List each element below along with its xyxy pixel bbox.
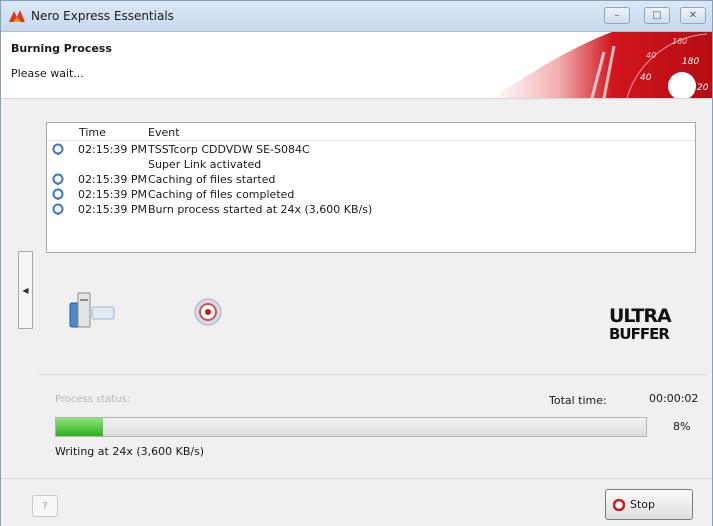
- log-header-row: Time Event: [47, 123, 695, 141]
- total-time-value: 00:00:02: [649, 392, 699, 405]
- process-status-label: Process status:: [55, 394, 131, 405]
- stop-icon: [613, 499, 625, 511]
- total-time-label: Total time:: [549, 394, 607, 407]
- banner-number: 160: [672, 37, 687, 46]
- column-header-event[interactable]: Event: [148, 126, 180, 139]
- banner-number: 40: [640, 73, 652, 83]
- maximize-button[interactable]: □: [644, 7, 670, 24]
- log-event: Caching of files started: [148, 173, 276, 186]
- log-time: 02:15:39 PM: [78, 173, 148, 186]
- close-icon: ✕: [688, 10, 698, 21]
- log-event: Burn process started at 24x (3,600 KB/s): [148, 203, 373, 216]
- log-time: 02:15:39 PM: [78, 188, 148, 201]
- log-time: 02:15:39 PM: [78, 203, 148, 216]
- event-log-list[interactable]: Time Event 02:15:39 PM TSSTcorp CDDVDW SE…: [46, 122, 696, 253]
- minimize-icon: –: [614, 10, 620, 21]
- footer-bar: ? Stop: [1, 478, 712, 526]
- close-button[interactable]: ✕: [680, 7, 706, 24]
- logo-text: ULTRA: [609, 305, 672, 327]
- banner-number: 40: [646, 51, 656, 60]
- info-icon: [52, 203, 64, 215]
- progress-fill: [56, 418, 104, 436]
- logo-text: BUFFER: [609, 325, 670, 343]
- banner-number: 20: [697, 83, 709, 93]
- window-title: Nero Express Essentials: [31, 9, 174, 23]
- page-title: Burning Process: [11, 42, 112, 55]
- help-button[interactable]: ?: [32, 495, 58, 517]
- section-divider: [39, 374, 706, 375]
- info-icon: [52, 143, 64, 155]
- speedometer-banner-image: 160 180 20 40 40: [492, 32, 712, 98]
- header-panel: Burning Process Please wait... 160 180 2…: [1, 32, 712, 99]
- pc-drive-icon: [69, 292, 115, 328]
- help-icon: ?: [42, 500, 48, 512]
- stop-button[interactable]: Stop: [605, 489, 693, 520]
- stop-button-label: Stop: [630, 498, 656, 511]
- title-bar: Nero Express Essentials – □ ✕: [1, 1, 712, 32]
- info-icon: [52, 173, 64, 185]
- maximize-icon: □: [652, 10, 662, 21]
- banner-number: 180: [682, 57, 699, 67]
- ultra-buffer-logo: ULTRA BUFFER: [609, 305, 673, 343]
- log-time: 02:15:39 PM: [78, 143, 148, 156]
- page-subtitle: Please wait...: [11, 67, 84, 80]
- log-row[interactable]: 02:15:39 PM Caching of files completed: [47, 187, 695, 202]
- collapse-panel-toggle[interactable]: ◀: [18, 251, 33, 329]
- log-row[interactable]: 02:15:39 PM Caching of files started: [47, 172, 695, 187]
- log-row[interactable]: 02:15:39 PM TSSTcorp CDDVDW SE-S084C: [47, 142, 695, 157]
- log-row[interactable]: 02:15:39 PM Burn process started at 24x (…: [47, 202, 695, 217]
- log-event: Caching of files completed: [148, 188, 295, 201]
- write-speed-text: Writing at 24x (3,600 KB/s): [55, 445, 205, 458]
- progress-percent: 8%: [673, 420, 691, 433]
- burn-progress-bar: [55, 417, 647, 437]
- log-row[interactable]: Super Link activated: [47, 157, 695, 172]
- log-event: TSSTcorp CDDVDW SE-S084C: [148, 143, 310, 156]
- minimize-button[interactable]: –: [604, 7, 630, 24]
- log-event: Super Link activated: [148, 158, 262, 171]
- info-icon: [52, 188, 64, 200]
- nero-express-window: Nero Express Essentials – □ ✕ Burning Pr…: [0, 0, 713, 526]
- arrow-left-icon: ◀: [22, 285, 29, 295]
- disc-icon: [194, 298, 222, 326]
- column-header-time[interactable]: Time: [79, 126, 106, 139]
- nero-app-icon: [9, 10, 25, 22]
